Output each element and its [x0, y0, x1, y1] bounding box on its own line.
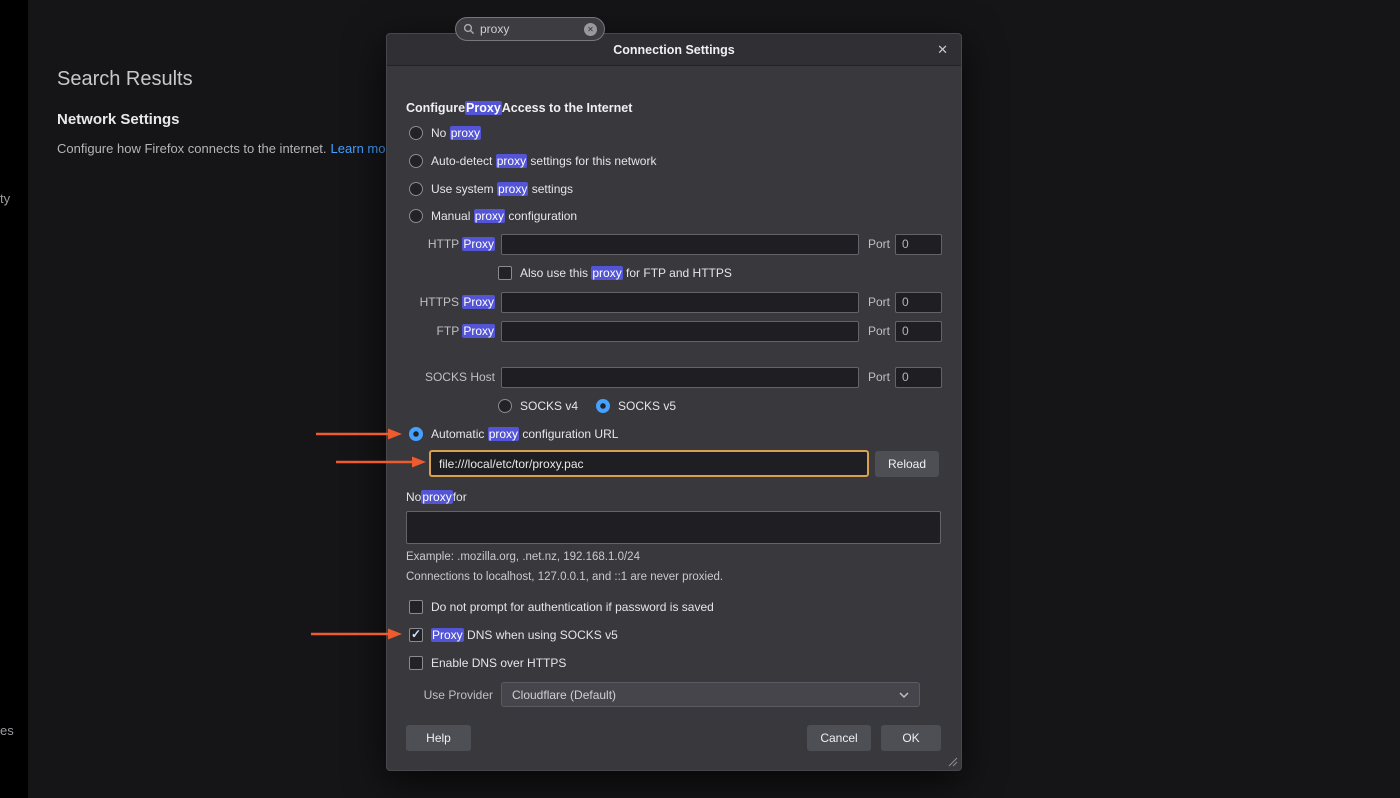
radio-label: No proxy	[431, 126, 481, 140]
sidebar-fragment-bottom: es	[0, 723, 14, 738]
search-highlight: Proxy	[462, 324, 495, 338]
example-text: Example: .mozilla.org, .net.nz, 192.168.…	[406, 551, 640, 563]
resize-grip[interactable]	[946, 755, 958, 767]
reload-button[interactable]: Reload	[875, 451, 939, 477]
also-use-proxy-checkbox-row[interactable]: Also use this proxy for FTP and HTTPS	[498, 263, 732, 283]
ftp-proxy-input[interactable]	[501, 321, 859, 342]
radio-row-manual-proxy[interactable]: Manual proxy configuration	[409, 206, 577, 226]
search-highlight: Proxy	[465, 101, 502, 115]
checkbox-icon[interactable]	[498, 266, 512, 280]
search-highlight: Proxy	[431, 628, 464, 642]
radio-label: Manual proxy configuration	[431, 209, 577, 223]
checkbox-icon[interactable]	[409, 600, 423, 614]
localhost-note-text: Connections to localhost, 127.0.0.1, and…	[406, 571, 723, 583]
port-label: Port	[868, 324, 890, 338]
checkbox-icon[interactable]	[409, 656, 423, 670]
search-highlight: Proxy	[462, 237, 495, 251]
network-settings-title: Network Settings	[57, 111, 180, 128]
help-button[interactable]: Help	[406, 725, 471, 751]
dns-provider-row: Use Provider Cloudflare (Default)	[406, 682, 920, 707]
search-highlight: proxy	[421, 490, 452, 504]
http-proxy-input[interactable]	[501, 234, 859, 255]
radio-row-auto-detect[interactable]: Auto-detect proxy settings for this netw…	[409, 151, 656, 171]
checkbox-label: Enable DNS over HTTPS	[431, 656, 566, 670]
radio-icon[interactable]	[498, 399, 512, 413]
chevron-down-icon	[899, 692, 909, 699]
socks-host-label: SOCKS Host	[406, 370, 495, 384]
search-input[interactable]	[480, 22, 579, 36]
radio-row-system-proxy[interactable]: Use system proxy settings	[409, 179, 573, 199]
radio-row-automatic-proxy-url[interactable]: Automatic proxy configuration URL	[409, 424, 618, 444]
radio-icon[interactable]	[409, 154, 423, 168]
dialog-heading: Configure Proxy Access to the Internet	[406, 98, 632, 118]
settings-search-box[interactable]: ✕	[455, 17, 605, 41]
ftp-port-input[interactable]	[895, 321, 942, 342]
ok-button[interactable]: OK	[881, 725, 941, 751]
proxy-autoconfig-url-input[interactable]	[429, 450, 869, 477]
socks-version-row: SOCKS v4 SOCKS v5	[498, 396, 676, 416]
proxy-dns-socks5-checkbox-row[interactable]: Proxy DNS when using SOCKS v5	[409, 625, 618, 645]
search-highlight: proxy	[450, 126, 481, 140]
radio-icon[interactable]	[409, 126, 423, 140]
http-proxy-row: HTTP Proxy Port	[406, 234, 942, 254]
search-highlight: proxy	[496, 154, 527, 168]
cancel-button[interactable]: Cancel	[807, 725, 871, 751]
no-proxy-for-label: No proxy for	[406, 487, 467, 507]
ftp-proxy-label: FTP Proxy	[406, 324, 495, 338]
dialog-content: Configure Proxy Access to the Internet N…	[387, 34, 961, 770]
radio-icon[interactable]	[409, 427, 423, 441]
dns-provider-select[interactable]: Cloudflare (Default)	[501, 682, 920, 707]
search-highlight: proxy	[474, 209, 505, 223]
search-results-title: Search Results	[57, 68, 193, 91]
radio-icon[interactable]	[409, 182, 423, 196]
network-settings-description: Configure how Firefox connects to the in…	[57, 141, 387, 156]
use-provider-label: Use Provider	[406, 688, 493, 702]
http-proxy-label: HTTP Proxy	[406, 237, 495, 251]
radio-icon[interactable]	[596, 399, 610, 413]
sidebar-fragment-top: ty	[0, 191, 10, 206]
https-proxy-label: HTTPS Proxy	[406, 295, 495, 309]
search-highlight: Proxy	[462, 295, 495, 309]
socks-v4-label: SOCKS v4	[520, 399, 578, 413]
learn-more-link[interactable]: Learn more	[331, 141, 387, 156]
radio-label: Automatic proxy configuration URL	[431, 427, 618, 441]
no-proxy-for-textarea[interactable]	[406, 511, 941, 544]
no-auth-prompt-checkbox-row[interactable]: Do not prompt for authentication if pass…	[409, 597, 714, 617]
socks-host-input[interactable]	[501, 367, 859, 388]
https-port-input[interactable]	[895, 292, 942, 313]
https-proxy-input[interactable]	[501, 292, 859, 313]
dns-provider-value: Cloudflare (Default)	[512, 688, 616, 702]
socks-host-row: SOCKS Host Port	[406, 367, 942, 387]
https-proxy-row: HTTPS Proxy Port	[406, 292, 942, 312]
checkbox-label: Proxy DNS when using SOCKS v5	[431, 628, 618, 642]
port-label: Port	[868, 370, 890, 384]
dns-over-https-checkbox-row[interactable]: Enable DNS over HTTPS	[409, 653, 566, 673]
ftp-proxy-row: FTP Proxy Port	[406, 321, 942, 341]
search-highlight: proxy	[488, 427, 519, 441]
search-highlight: proxy	[591, 266, 622, 280]
http-port-input[interactable]	[895, 234, 942, 255]
socks-port-input[interactable]	[895, 367, 942, 388]
description-text: Configure how Firefox connects to the in…	[57, 141, 327, 156]
connection-settings-dialog: Connection Settings ✕ Configure Proxy Ac…	[386, 33, 962, 771]
radio-row-no-proxy[interactable]: No proxy	[409, 123, 481, 143]
search-highlight: proxy	[497, 182, 528, 196]
checkbox-label: Also use this proxy for FTP and HTTPS	[520, 266, 732, 280]
socks-v5-label: SOCKS v5	[618, 399, 676, 413]
radio-label: Use system proxy settings	[431, 182, 573, 196]
checkbox-label: Do not prompt for authentication if pass…	[431, 600, 714, 614]
radio-icon[interactable]	[409, 209, 423, 223]
clear-search-icon[interactable]: ✕	[584, 23, 597, 36]
radio-label: Auto-detect proxy settings for this netw…	[431, 154, 656, 168]
search-icon	[463, 23, 475, 35]
port-label: Port	[868, 295, 890, 309]
checkbox-icon[interactable]	[409, 628, 423, 642]
port-label: Port	[868, 237, 890, 251]
